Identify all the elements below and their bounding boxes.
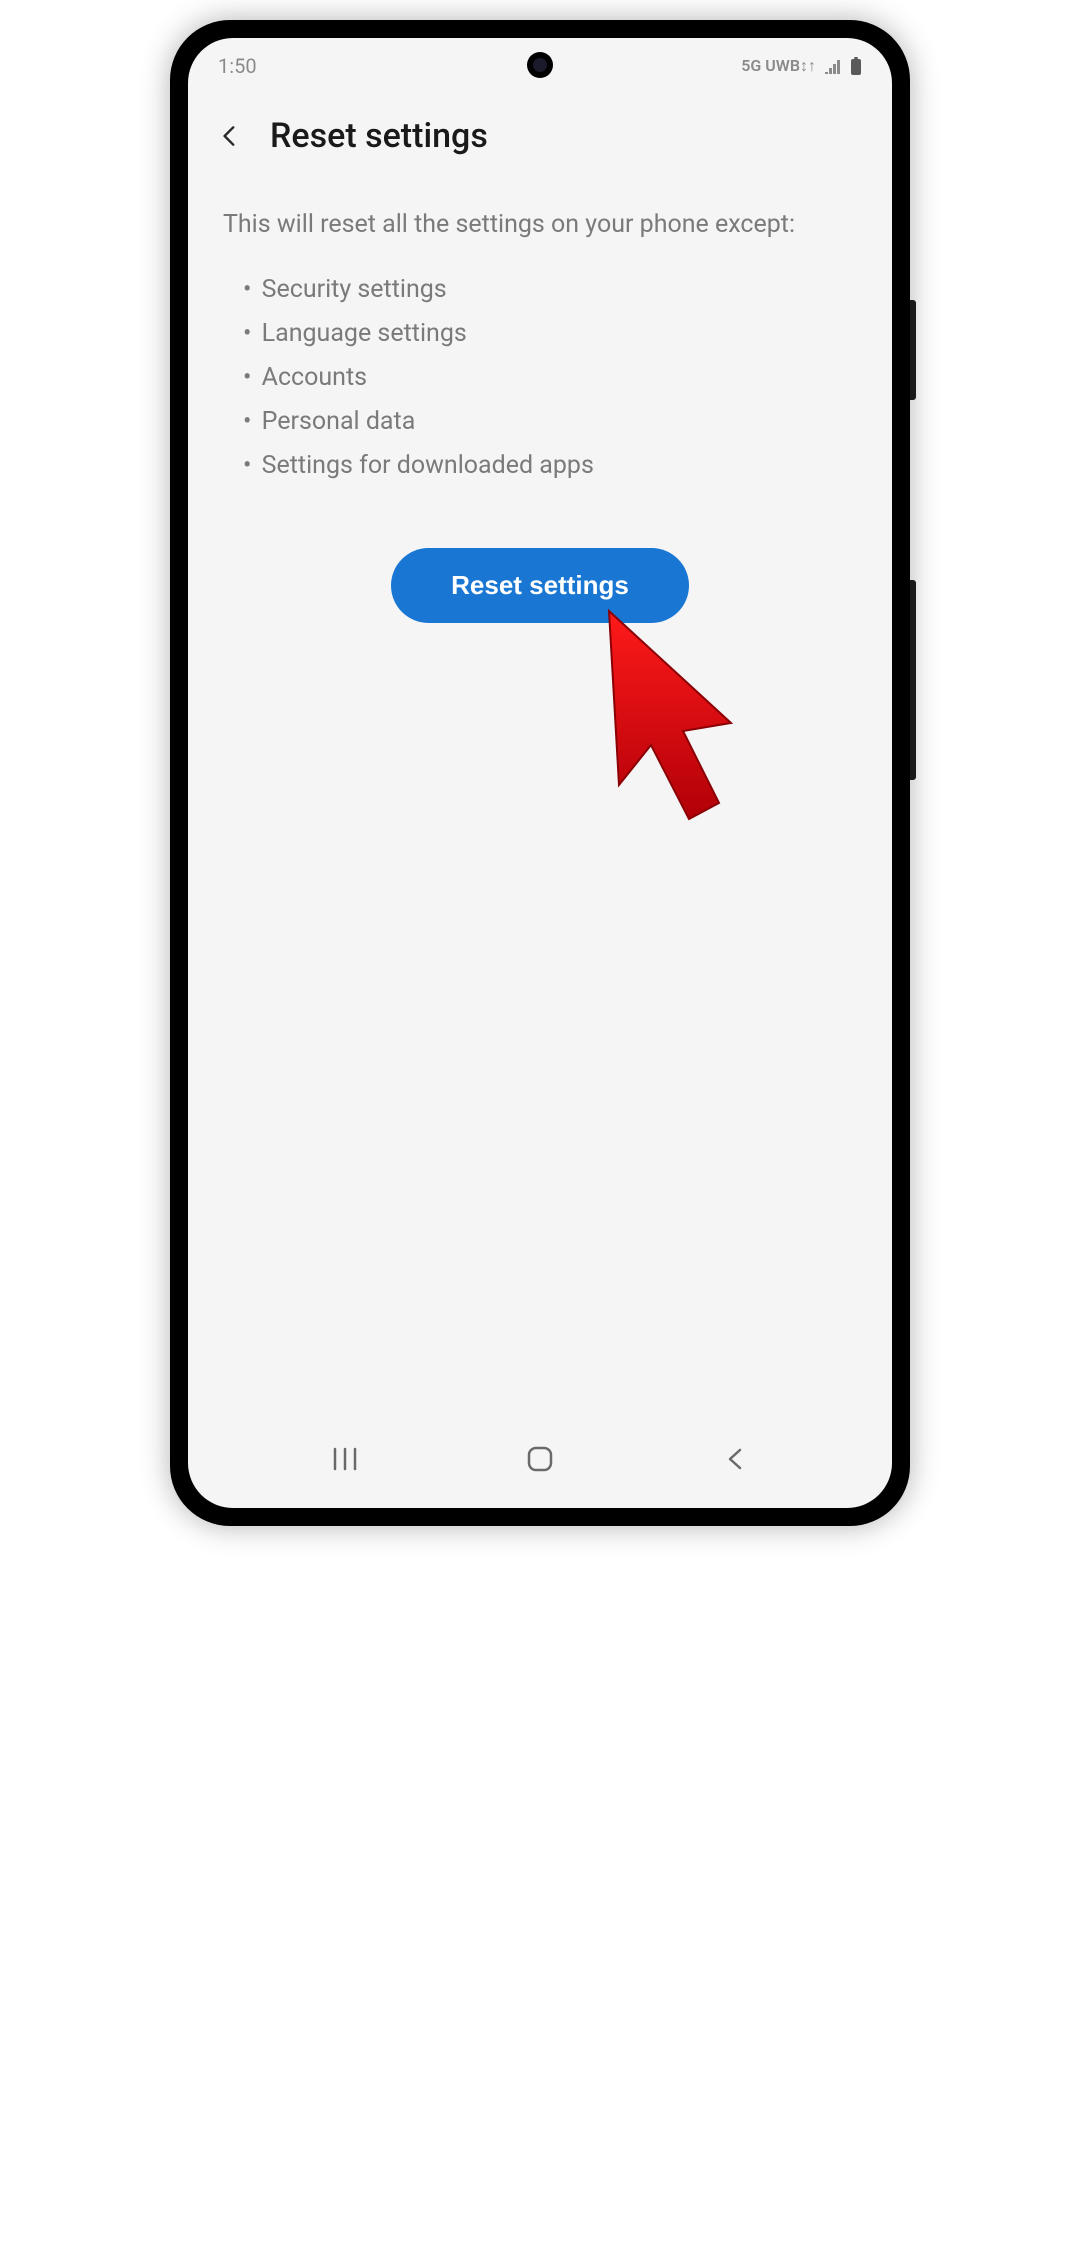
button-container: Reset settings bbox=[223, 548, 857, 623]
list-item: Personal data bbox=[243, 400, 857, 444]
page-title: Reset settings bbox=[270, 116, 488, 156]
reset-settings-button[interactable]: Reset settings bbox=[391, 548, 689, 623]
list-item: Security settings bbox=[243, 268, 857, 312]
status-network: 5G UWB↕↑ bbox=[741, 56, 816, 76]
signal-icon bbox=[824, 58, 842, 74]
status-right: 5G UWB↕↑ bbox=[741, 56, 862, 76]
back-button[interactable] bbox=[210, 116, 250, 156]
list-item: Accounts bbox=[243, 356, 857, 400]
recents-icon bbox=[332, 1447, 358, 1471]
chevron-left-icon bbox=[217, 123, 243, 149]
phone-screen: 1:50 5G UWB↕↑ Reset settings This will r… bbox=[188, 38, 892, 1508]
content-area: This will reset all the settings on your… bbox=[188, 176, 892, 1418]
nav-back-button[interactable] bbox=[705, 1439, 765, 1479]
home-button[interactable] bbox=[510, 1439, 570, 1479]
battery-icon bbox=[850, 57, 862, 75]
exception-list: Security settings Language settings Acco… bbox=[223, 268, 857, 488]
chevron-left-icon bbox=[725, 1447, 745, 1471]
list-item: Settings for downloaded apps bbox=[243, 444, 857, 488]
recents-button[interactable] bbox=[315, 1439, 375, 1479]
navigation-bar bbox=[188, 1418, 892, 1508]
list-item: Language settings bbox=[243, 312, 857, 356]
camera-notch bbox=[527, 52, 553, 78]
description-text: This will reset all the settings on your… bbox=[223, 206, 857, 244]
phone-frame: 1:50 5G UWB↕↑ Reset settings This will r… bbox=[170, 20, 910, 1526]
cursor-pointer-annotation bbox=[591, 593, 751, 833]
status-time: 1:50 bbox=[218, 54, 257, 78]
app-header: Reset settings bbox=[188, 88, 892, 176]
phone-side-button bbox=[910, 300, 916, 400]
phone-side-button bbox=[910, 580, 916, 780]
home-icon bbox=[526, 1445, 554, 1473]
